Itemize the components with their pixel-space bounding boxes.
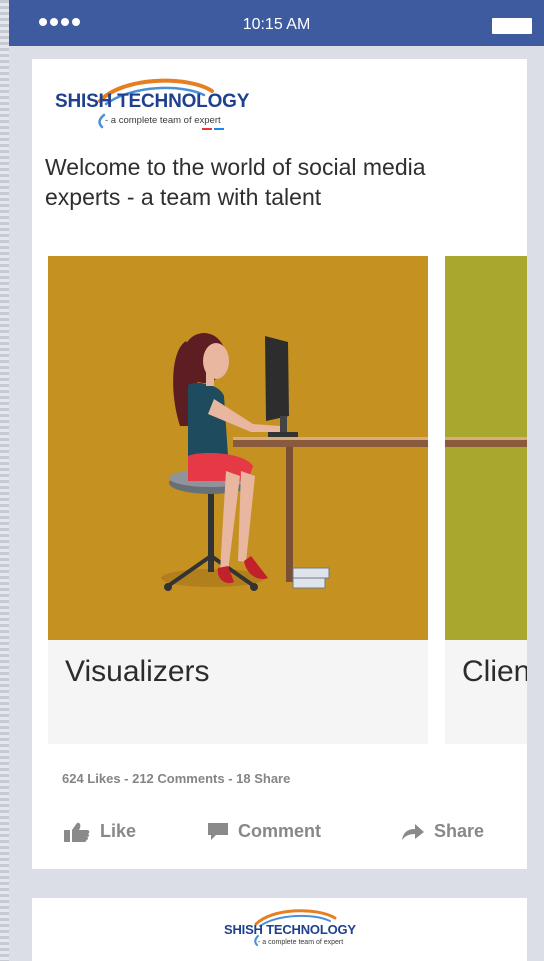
like-label: Like (100, 821, 137, 841)
slide-illustration (445, 256, 527, 640)
brand-logo: SHISH TECHNOLOGY - a complete team of ex… (222, 904, 362, 954)
comment-bubble-icon (208, 822, 228, 840)
like-button[interactable]: Like (64, 821, 136, 842)
brand-name: SHISH TECHNOLOGY (55, 91, 250, 112)
slide-illustration (48, 256, 433, 640)
engagement-stats: 624 Likes - 212 Comments - 18 Share (62, 771, 291, 786)
carousel-slide[interactable]: Visualizers (48, 256, 433, 744)
slide-caption-box: Client (445, 640, 527, 744)
thumbs-up-icon (64, 822, 90, 842)
next-post-card: SHISH TECHNOLOGY - a complete team of ex… (32, 898, 527, 961)
slide-caption-box: Visualizers (48, 640, 428, 744)
slide-caption: Client (462, 655, 527, 688)
share-arrow-icon (402, 823, 424, 840)
status-bar: 10:15 AM (9, 0, 544, 46)
brand-name: SHISH TECHNOLOGY (224, 922, 356, 937)
comment-label: Comment (238, 821, 322, 841)
brand-tagline: - a complete team of expert (105, 115, 221, 126)
battery-icon (492, 18, 532, 34)
brand-tagline: - a complete team of expert (258, 939, 344, 946)
comment-button[interactable]: Comment (208, 821, 321, 842)
brand-logo: SHISH TECHNOLOGY - a complete team of ex… (52, 71, 252, 135)
post-card: SHISH TECHNOLOGY - a complete team of ex… (32, 59, 527, 869)
woman-at-desk-illustration (161, 333, 433, 591)
image-carousel[interactable]: Visualizers Client (48, 256, 527, 744)
post-text: Welcome to the world of social media exp… (45, 154, 426, 210)
desk-illustration (445, 437, 527, 447)
slide-caption: Visualizers (65, 655, 210, 688)
share-label: Share (434, 821, 485, 841)
post-actions: Like Comment Share (32, 821, 527, 851)
carousel-slide[interactable]: Client (445, 256, 527, 744)
side-edge (0, 0, 9, 961)
share-button[interactable]: Share (402, 821, 484, 842)
status-time: 10:15 AM (242, 16, 311, 33)
